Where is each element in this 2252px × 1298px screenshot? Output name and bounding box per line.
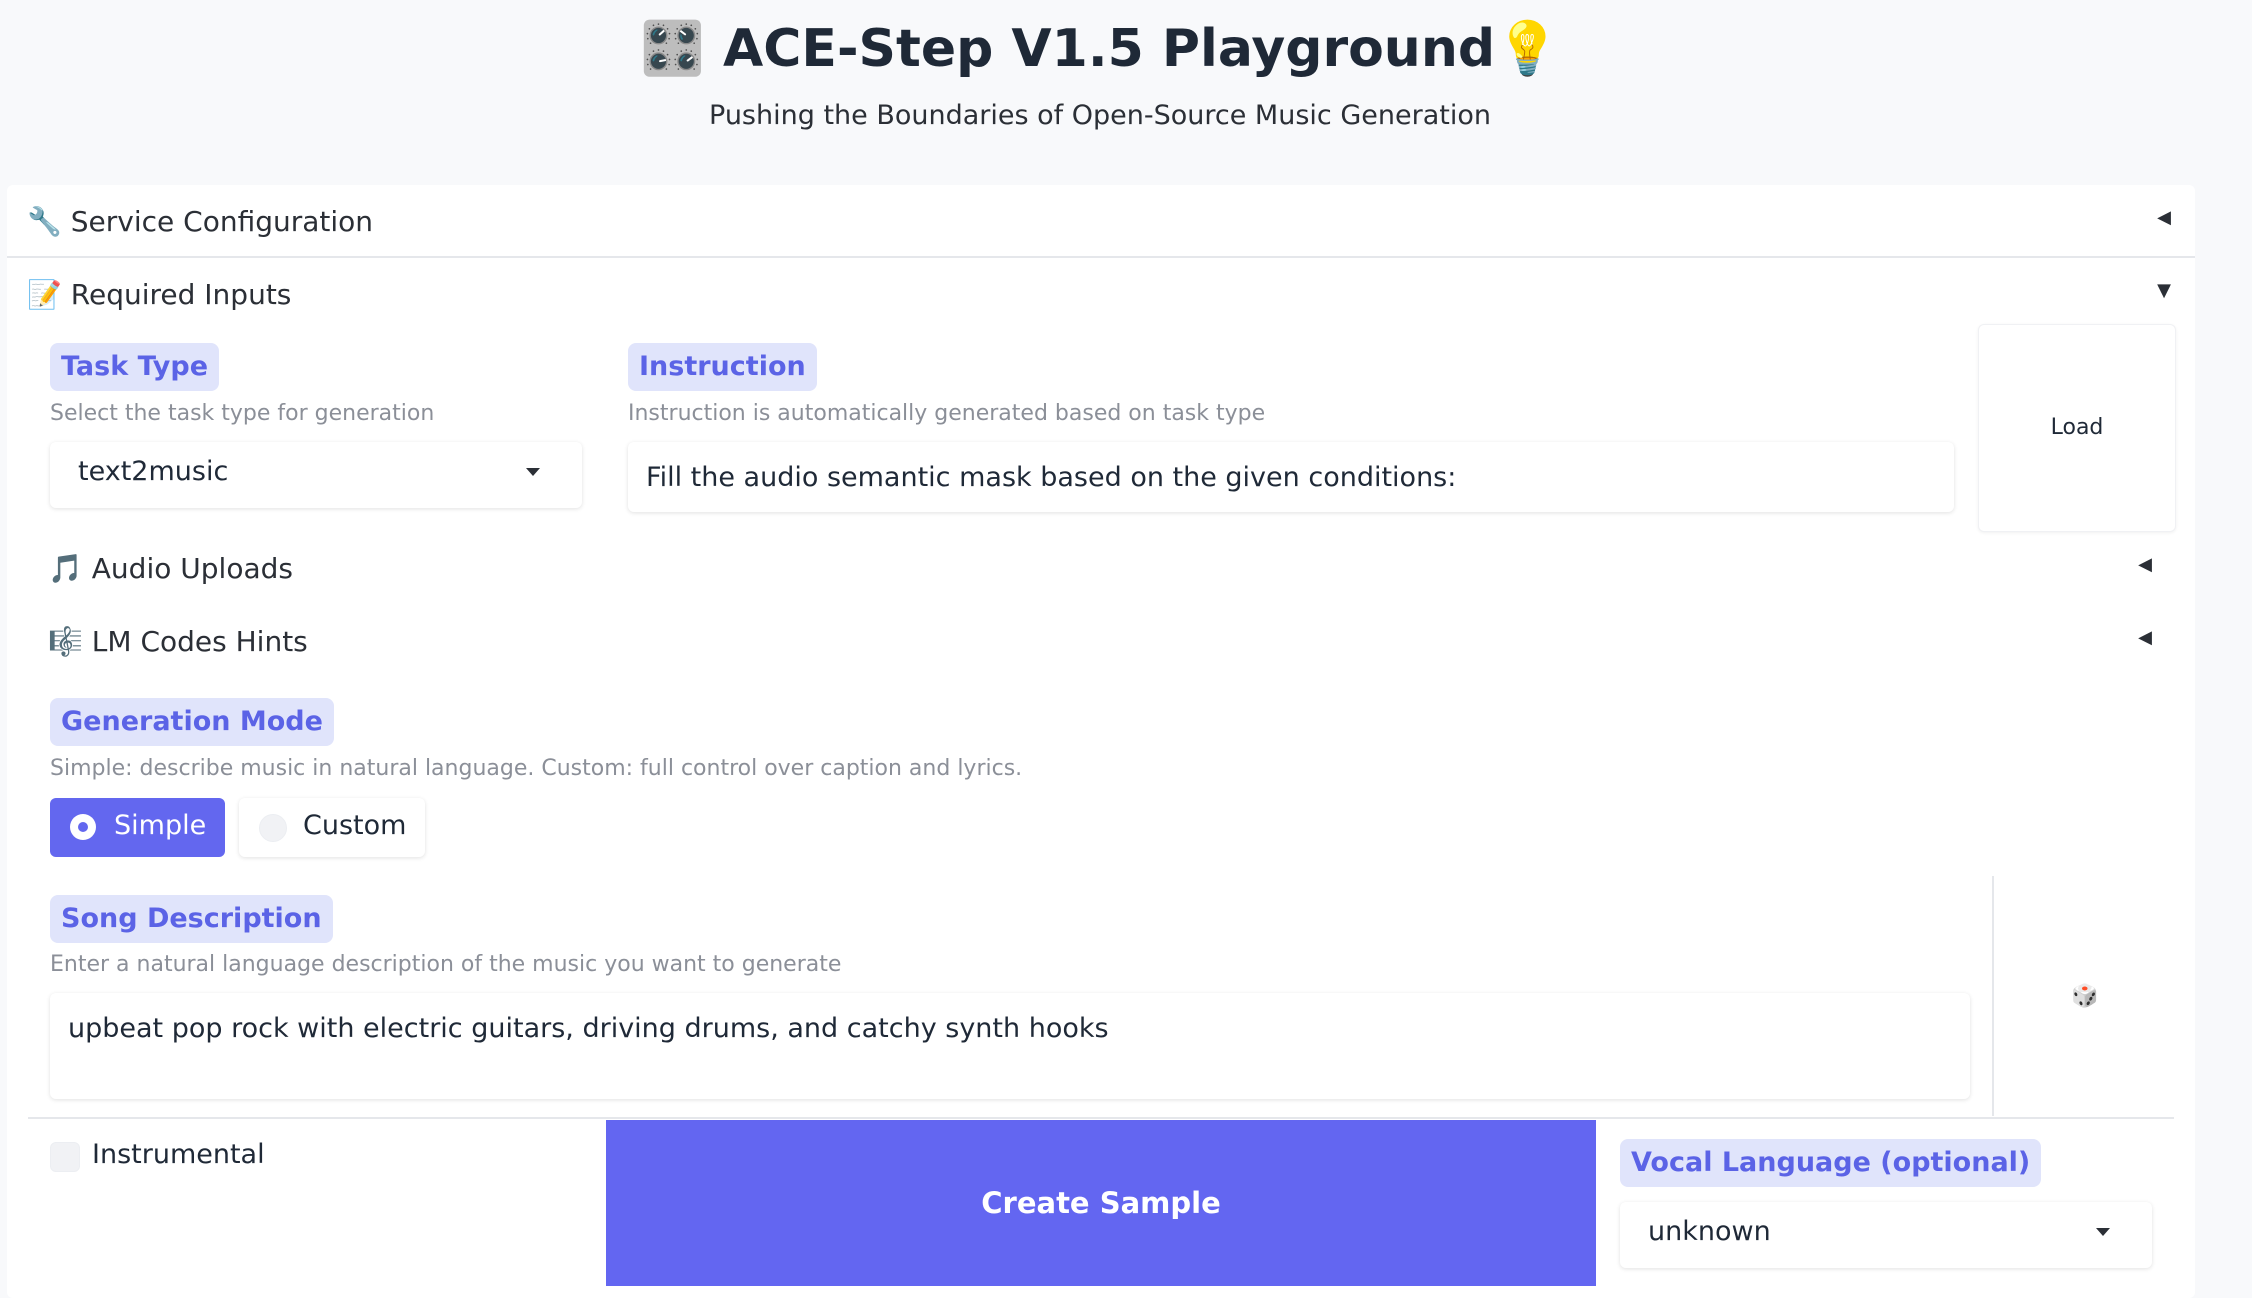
mode-simple-radio[interactable]: Simple: [50, 798, 225, 857]
service-configuration-text: Service Configuration: [70, 205, 374, 238]
song-description-label: Song Description: [50, 895, 333, 943]
instrumental-checkbox[interactable]: [50, 1142, 80, 1172]
vocal-language-select[interactable]: unknown: [1620, 1202, 2152, 1268]
task-type-label: Task Type: [50, 343, 220, 391]
task-type-select[interactable]: text2music: [50, 442, 582, 508]
lightbulb-icon: 💡: [1495, 19, 1560, 79]
radio-selected-icon: [70, 814, 96, 840]
dice-icon: 🎲: [2071, 984, 2099, 1009]
accordion-lm-codes-hints-label: 🎼 LM Codes Hints: [48, 625, 308, 658]
required-inputs-text: Required Inputs: [70, 278, 292, 311]
generation-mode-hint: Simple: describe music in natural langua…: [50, 756, 1023, 781]
random-sample-button[interactable]: 🎲: [2040, 972, 2130, 1022]
mode-custom-label: Custom: [303, 810, 407, 841]
song-description-field[interactable]: upbeat pop rock with electric guitars, d…: [50, 993, 1970, 1099]
page-title: 🎛️ ACE-Step V1.5 Playground💡: [0, 18, 2200, 79]
accordion-lm-codes-hints[interactable]: 🎼 LM Codes Hints ◀: [32, 605, 2162, 677]
chevron-down-icon: [2096, 1228, 2110, 1236]
collapse-arrow-icon: ◀: [2138, 627, 2152, 648]
accordion-required-inputs[interactable]: 📝 Required Inputs ▼: [7, 258, 2195, 330]
accordion-service-configuration-label: 🔧 Service Configuration: [27, 205, 373, 238]
control-knobs-icon: 🎛️: [640, 19, 705, 79]
accordion-audio-uploads[interactable]: 🎵 Audio Uploads ◀: [32, 532, 2162, 604]
create-sample-button[interactable]: Create Sample: [606, 1120, 1596, 1286]
instruction-hint: Instruction is automatically generated b…: [628, 401, 1266, 426]
musical-score-icon: 🎼: [48, 625, 83, 658]
instruction-label: Instruction: [628, 343, 817, 391]
mode-simple-label: Simple: [114, 810, 207, 841]
task-type-value: text2music: [78, 456, 229, 487]
vocal-language-label: Vocal Language (optional): [1620, 1139, 2042, 1187]
radio-unselected-icon: [259, 814, 287, 842]
accordion-required-inputs-label: 📝 Required Inputs: [27, 278, 291, 311]
music-note-icon: 🎵: [48, 552, 83, 585]
accordion-service-configuration[interactable]: 🔧 Service Configuration ◀: [7, 185, 2195, 257]
page-title-text: ACE-Step V1.5 Playground: [723, 19, 1496, 79]
accordion-audio-uploads-label: 🎵 Audio Uploads: [48, 552, 293, 585]
memo-icon: 📝: [27, 278, 62, 311]
lm-codes-hints-text: LM Codes Hints: [91, 625, 308, 658]
mode-custom-radio[interactable]: Custom: [239, 798, 425, 857]
collapse-arrow-icon: ◀: [2138, 554, 2152, 575]
generation-mode-label: Generation Mode: [50, 698, 334, 746]
vertical-divider: [1992, 876, 1994, 1116]
divider: [28, 1117, 2174, 1119]
load-button[interactable]: Load: [1978, 324, 2176, 532]
wrench-icon: 🔧: [27, 205, 62, 238]
instrumental-label: Instrumental: [92, 1139, 265, 1170]
task-type-hint: Select the task type for generation: [50, 401, 435, 426]
song-description-value: upbeat pop rock with electric guitars, d…: [68, 1013, 1109, 1044]
audio-uploads-text: Audio Uploads: [91, 552, 293, 585]
expand-arrow-icon: ▼: [2157, 280, 2171, 301]
vocal-language-value: unknown: [1648, 1216, 1771, 1247]
chevron-down-icon: [526, 468, 540, 476]
song-description-hint: Enter a natural language description of …: [50, 952, 842, 977]
instruction-field[interactable]: Fill the audio semantic mask based on th…: [628, 442, 1954, 512]
page-subtitle: Pushing the Boundaries of Open-Source Mu…: [709, 100, 1491, 131]
instruction-value: Fill the audio semantic mask based on th…: [646, 462, 1457, 493]
collapse-arrow-icon: ◀: [2157, 207, 2171, 228]
